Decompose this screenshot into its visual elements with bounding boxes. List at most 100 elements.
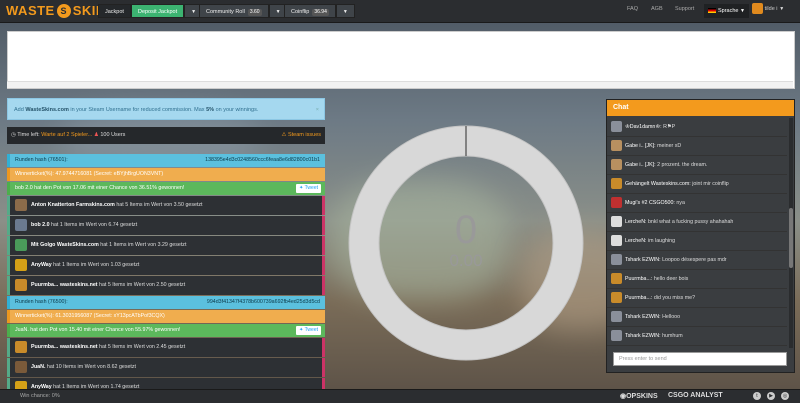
chat-username[interactable]: ♔Dav1damn♔: [625,124,662,130]
jackpot-group: Jackpot Deposit Jackpot ▼ [98,4,204,18]
youtube-icon[interactable]: ▶ [767,392,775,400]
winner-ticket-row: Winnerticket(%): 47.9744716081 (Secret: … [7,168,325,181]
avatar[interactable] [611,216,622,228]
chat-username[interactable]: Tshark EZWIN: [625,257,661,263]
avatar[interactable] [15,258,27,271]
avatar[interactable] [611,311,622,323]
avatar[interactable] [611,121,622,133]
chat-scrollbar-thumb[interactable] [789,208,793,268]
avatar[interactable] [611,197,622,209]
chat-text: humhum [660,333,683,339]
avatar[interactable] [15,340,27,353]
close-icon[interactable]: × [316,99,319,121]
round-hash-row: Runden hash (76501): 138395e4d3c0248560cc… [7,154,325,167]
chat-username[interactable]: LercheN: [625,219,647,225]
banner-scrollbar[interactable] [7,81,793,88]
tweet-label: Tweet [304,185,318,191]
bet-row: Anton Knatterton Farmskins.com hat 5 Ite… [7,196,325,215]
chat-message: Gabe i.. [JK]: 2 prozent. the dream. [607,156,787,175]
faq-link[interactable]: FAQ [627,6,638,12]
chat-text: meiner xD [655,143,682,149]
bettor-name[interactable]: AnyWay [31,262,52,268]
info-site: WasteSkins.com [25,107,69,113]
chat-username[interactable]: Mugi's #2 CSGO500: [625,200,675,206]
avatar[interactable] [611,159,622,171]
bet-text: hat 1 Items im Wert von 1.03 gesetzt [51,262,140,268]
chat-message: Tshark EZWIN: Loopoo désespere pas mdr [607,251,787,270]
chat-text: hello deer bois [652,276,689,282]
deposit-jackpot-button[interactable]: Deposit Jackpot [130,4,185,18]
bettor-name[interactable]: JuaN. [31,364,45,370]
chat-panel: Chat ♔Dav1damn♔: R⚑P Gabe i.. [JK]: meine… [606,99,795,373]
avatar[interactable] [611,140,622,152]
coinflip-button[interactable]: Coinflip 36.94 [284,4,336,18]
support-link[interactable]: Support [675,6,694,12]
time-left-label: Time left: [17,132,40,138]
chat-username[interactable]: Gehängelt Wasteskins.com: [625,181,691,187]
agb-link[interactable]: AGB [651,6,663,12]
logo-text: WASTE [6,3,55,18]
bet-text: hat 5 Items im Wert von 3.50 gesetzt [114,202,203,208]
pot-winner-text: bob 2.0 hat den Pot von 17.06 mit einer … [15,185,185,191]
chat-username[interactable]: Gabe i.. [JK]: [625,143,656,149]
community-roll-badge: 3.60 [247,9,262,16]
chat-username[interactable]: Tshark EZWIN: [625,314,661,320]
chat-message: LercheN: im laughing [607,232,787,251]
tweet-button[interactable]: ✦ Tweet [296,184,321,193]
avatar[interactable] [611,292,622,304]
chat-text: 2 prozent. the dream. [655,162,708,168]
avatar[interactable] [15,198,27,211]
round-status-bar: ◷ Time left: Warte auf 2 Spieler... ♟ 10… [7,127,325,144]
bettor-name[interactable]: Puurmba... wasteskins.net [31,344,98,350]
avatar[interactable] [611,178,622,190]
avatar[interactable] [611,235,622,247]
jackpot-button[interactable]: Jackpot [98,4,131,18]
coinflip-dropdown[interactable]: ▼ [335,4,355,18]
user-count: 100 Users [100,132,126,138]
csgo-analyst-logo[interactable]: CSGO ANALYST [668,392,723,399]
avatar[interactable] [611,254,622,266]
steam-issues-link[interactable]: ⚠ Steam issues [282,127,321,144]
twitter-icon: ✦ [299,327,304,333]
tweet-label: Tweet [304,327,318,333]
tweet-button[interactable]: ✦ Tweet [296,326,321,335]
chat-username[interactable]: Puurmba...: [625,276,652,282]
opskins-label: OPSKINS [626,393,658,400]
bettor-name[interactable]: Anton Knatterton Farmskins.com [31,202,115,208]
community-roll-button[interactable]: Community Roll 3.60 [199,4,269,18]
logo-icon: S [56,4,71,18]
user-menu[interactable]: tilde i ▼ [752,3,784,19]
chat-scrollbar[interactable] [789,118,793,348]
language-dropdown[interactable]: Sprache ▼ [704,4,749,18]
avatar[interactable] [15,218,27,231]
win-chance: Win chance: 0% [20,393,60,399]
chevron-down-icon: ▼ [342,9,348,15]
avatar[interactable] [611,273,622,285]
user-icon: ♟ [93,132,99,138]
round-hash-row: Runden hash (76500): 994d3f41347f4378b600… [7,296,325,309]
steam-icon[interactable]: ◎ [781,392,789,400]
avatar[interactable] [611,330,622,342]
chat-message: Gabe i.. [JK]: meiner xD [607,137,787,156]
chat-username[interactable]: Tshark EZWIN: [625,333,661,339]
bettor-name[interactable]: Puurmba... wasteskins.net [31,282,98,288]
twitter-icon[interactable]: t [753,392,761,400]
chat-username[interactable]: Gabe i.. [JK]: [625,162,656,168]
chat-input[interactable]: Press enter to send [613,352,787,366]
chat-username[interactable]: Puurmba...: [625,295,652,301]
footer: Win chance: 0% ◉OPSKINS CSGO ANALYST t ▶… [0,389,800,403]
opskins-logo[interactable]: ◉OPSKINS [620,392,658,400]
avatar[interactable] [15,360,27,373]
round-hash-label: Runden hash (76501): [15,157,68,163]
clock-icon: ◷ [11,132,16,138]
chat-username[interactable]: LercheN: [625,238,647,244]
chat-text: Loopoo désespere pas mdr [660,257,727,263]
bettor-name[interactable]: Mit Golgo WasteSkins.com [31,242,99,248]
waiting-text: Warte auf 2 Spieler... [41,132,93,138]
avatar[interactable] [15,238,27,251]
avatar[interactable] [15,278,27,291]
jackpot-wheel: 0 0.00 [346,98,586,388]
chat-text: im laughing [646,238,676,244]
info-alert: Add WasteSkins.com in your Steam Usernam… [7,98,325,120]
bettor-name[interactable]: bob 2.0 [31,222,50,228]
